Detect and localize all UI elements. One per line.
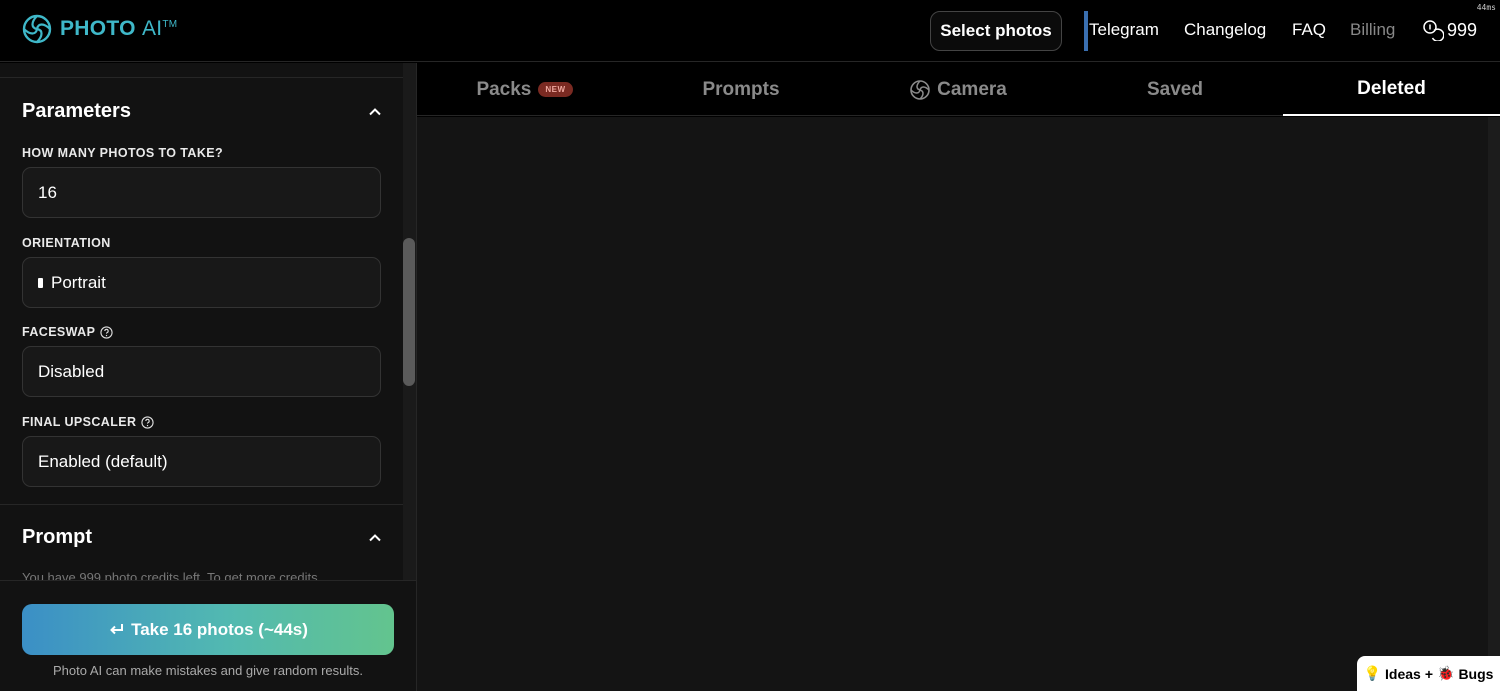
field-label-orientation: ORIENTATION: [22, 236, 111, 250]
nav-telegram[interactable]: Telegram: [1089, 20, 1159, 40]
photo-count-input[interactable]: 16: [22, 167, 381, 218]
help-icon[interactable]: [141, 415, 155, 429]
enter-icon: [110, 624, 124, 635]
nav-billing[interactable]: Billing: [1350, 20, 1395, 40]
final-upscaler-select[interactable]: Enabled (default): [22, 436, 381, 487]
sidebar-scroll-area: Parameters HOW MANY PHOTOS TO TAKE? 16 O…: [0, 63, 403, 580]
credits-counter[interactable]: 999: [1422, 19, 1477, 41]
latency-indicator: 44ms: [1476, 3, 1496, 12]
feedback-button[interactable]: 💡 Ideas + 🐞 Bugs: [1357, 656, 1500, 691]
sidebar-footer: Take 16 photos (~44s) Photo AI can make …: [0, 580, 416, 691]
bug-icon: 🐞: [1437, 665, 1455, 681]
tab-camera[interactable]: Camera: [850, 63, 1067, 116]
logo-text: PHOTO AITM: [60, 17, 178, 40]
field-label-faceswap: FACESWAP: [22, 325, 113, 339]
credits-value: 999: [1447, 19, 1478, 40]
take-photos-button[interactable]: Take 16 photos (~44s): [22, 604, 394, 655]
tab-packs[interactable]: Packs NEW: [417, 63, 632, 116]
prompt-title: Prompt: [22, 526, 92, 548]
disclaimer-text: Photo AI can make mistakes and give rand…: [53, 663, 363, 678]
top-header: PHOTO AITM 44ms Select photos Telegram C…: [0, 0, 1500, 62]
parameters-title: Parameters: [22, 100, 131, 122]
gallery-content: [417, 117, 1488, 691]
logo[interactable]: PHOTO AITM: [22, 14, 177, 44]
orientation-select[interactable]: Portrait: [22, 257, 381, 308]
chevron-up-icon[interactable]: [367, 530, 383, 546]
faceswap-select[interactable]: Disabled: [22, 346, 381, 397]
nav-separator: [1084, 11, 1088, 51]
lightbulb-icon: 💡: [1363, 665, 1381, 681]
gallery-tabs: Packs NEW Prompts Camera Saved Deleted: [417, 63, 1500, 116]
content-scrollbar[interactable]: [1488, 117, 1500, 691]
tab-prompts[interactable]: Prompts: [632, 63, 850, 116]
nav-faq[interactable]: FAQ: [1292, 20, 1326, 40]
nav-changelog[interactable]: Changelog: [1184, 20, 1266, 40]
sidebar-divider: [0, 504, 403, 505]
portrait-icon: [38, 277, 43, 288]
chevron-up-icon[interactable]: [367, 104, 383, 120]
tab-deleted[interactable]: Deleted: [1283, 63, 1500, 116]
new-badge: NEW: [538, 82, 573, 97]
coins-icon: [1423, 20, 1444, 41]
help-icon[interactable]: [100, 325, 113, 339]
sidebar-divider: [0, 77, 403, 78]
field-label-photo-count: HOW MANY PHOTOS TO TAKE?: [22, 146, 224, 160]
aperture-icon: [910, 79, 930, 100]
sidebar-scrollbar-thumb[interactable]: [403, 238, 415, 386]
field-label-final-upscaler: FINAL UPSCALER: [22, 415, 155, 429]
tab-saved[interactable]: Saved: [1067, 63, 1283, 116]
sidebar: Parameters HOW MANY PHOTOS TO TAKE? 16 O…: [0, 63, 417, 691]
select-photos-button[interactable]: Select photos: [930, 11, 1062, 51]
credits-note: You have 999 photo credits left. To get …: [22, 570, 318, 580]
aperture-logo-icon: [22, 14, 52, 44]
